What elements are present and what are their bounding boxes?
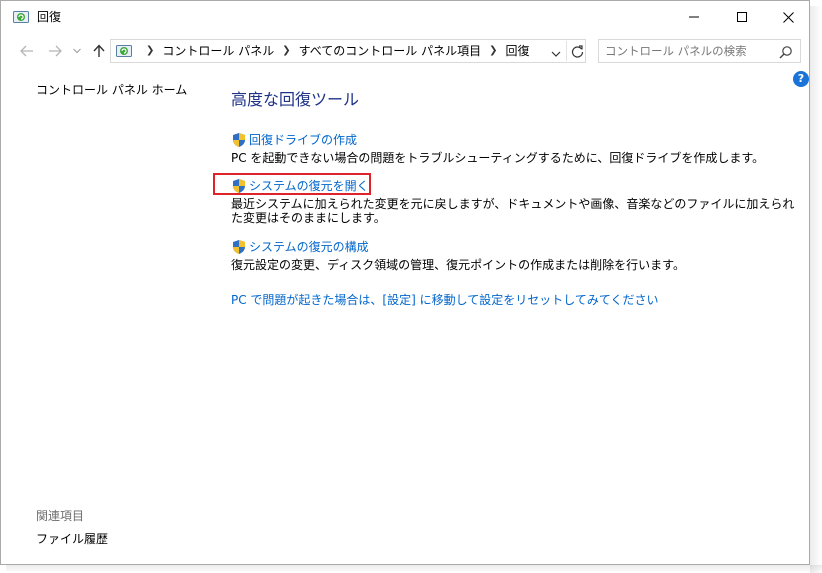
close-button[interactable] — [765, 1, 811, 33]
create-recovery-drive-link[interactable]: 回復ドライブの作成 — [231, 132, 803, 148]
arrow-right-icon — [49, 45, 62, 57]
minimize-icon — [689, 16, 699, 18]
configure-system-restore-link[interactable]: システムの復元の構成 — [231, 239, 803, 255]
file-history-link[interactable]: ファイル履歴 — [36, 532, 108, 546]
page-title: 高度な回復ツール — [231, 90, 360, 109]
search-box[interactable] — [598, 39, 801, 63]
task-configure-system-restore: システムの復元の構成 復元設定の変更、ディスク領域の管理、復元ポイントの作成また… — [231, 239, 803, 272]
task-create-recovery-drive: 回復ドライブの作成 PC を起動できない場合の問題をトラブルシューティングするた… — [231, 132, 803, 165]
title-bar: 回復 — [1, 1, 809, 33]
breadcrumb-separator-icon[interactable]: ❯ — [489, 44, 497, 58]
task-link-label[interactable]: 回復ドライブの作成 — [249, 133, 357, 147]
help-button[interactable]: ? — [793, 71, 809, 87]
refresh-button[interactable] — [566, 41, 587, 61]
recent-locations-button[interactable] — [71, 41, 83, 61]
window-title: 回復 — [37, 10, 62, 24]
arrow-left-icon — [20, 45, 33, 57]
recovery-icon — [116, 43, 132, 59]
arrow-up-icon — [93, 44, 105, 57]
minimize-button[interactable] — [671, 1, 717, 33]
window-shadow — [6, 565, 822, 573]
breadcrumb-separator-icon[interactable]: ❯ — [146, 44, 154, 58]
chevron-down-icon — [73, 48, 81, 54]
maximize-icon — [737, 12, 747, 22]
task-link-label[interactable]: システムの復元の構成 — [249, 240, 369, 254]
uac-shield-icon — [233, 240, 245, 254]
search-icon[interactable] — [779, 44, 793, 59]
highlight-annotation-box — [213, 173, 371, 195]
address-bar[interactable]: ❯ コントロール パネル ❯ すべてのコントロール パネル項目 ❯ 回復 — [110, 39, 586, 63]
maximize-button[interactable] — [719, 1, 765, 33]
task-description: 復元設定の変更、ディスク領域の管理、復元ポイントの作成または削除を行います。 — [231, 258, 685, 272]
chevron-down-icon — [551, 51, 561, 57]
reset-settings-link[interactable]: PC で問題が起きた場合は、[設定] に移動して設定をリセットしてみてください — [231, 293, 659, 307]
related-section-title: 関連項目 — [36, 509, 85, 523]
back-button[interactable] — [17, 41, 37, 61]
control-panel-home-link[interactable]: コントロール パネル ホーム — [36, 83, 187, 97]
breadcrumb-item[interactable]: コントロール パネル — [162, 44, 274, 58]
breadcrumb-separator-icon[interactable]: ❯ — [282, 44, 290, 58]
breadcrumb: ❯ コントロール パネル ❯ すべてのコントロール パネル項目 ❯ 回復 — [138, 44, 530, 58]
search-input[interactable] — [605, 43, 765, 59]
address-dropdown-button[interactable] — [550, 45, 562, 57]
window-shadow — [810, 6, 822, 573]
breadcrumb-item[interactable]: 回復 — [506, 44, 530, 58]
close-icon — [782, 11, 794, 23]
window: 回復 ❯ コントロール パネル ❯ すべてのコントロール パネル項目 ❯ 回復 … — [0, 0, 810, 565]
uac-shield-icon — [233, 133, 245, 147]
recovery-icon — [13, 9, 29, 25]
task-description: 最近システムに加えられた変更を元に戻しますが、ドキュメントや画像、音楽などのファ… — [231, 197, 795, 225]
up-button[interactable] — [89, 41, 109, 61]
refresh-icon — [571, 44, 583, 58]
task-description: PC を起動できない場合の問題をトラブルシューティングするために、回復ドライブを… — [231, 151, 765, 165]
breadcrumb-item[interactable]: すべてのコントロール パネル項目 — [299, 44, 482, 58]
forward-button[interactable] — [45, 41, 65, 61]
